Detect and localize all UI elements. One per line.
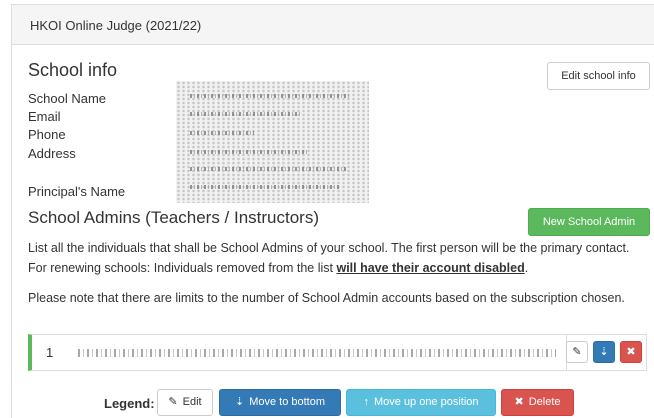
close-icon: ✖ [514, 396, 524, 408]
redacted-school-details [176, 81, 369, 203]
address-label: Address [28, 146, 76, 161]
phone-label: Phone [28, 127, 66, 142]
school-info-heading: School info [28, 60, 118, 80]
redacted-admin-details [78, 349, 556, 357]
edit-icon: ✎ [572, 345, 582, 358]
sort-icon: ⇣ [599, 345, 609, 358]
edit-admin-button[interactable]: ✎ [566, 341, 588, 363]
legend-move-bottom-label: Move to bottom [249, 396, 326, 408]
admin-row: 1 [28, 334, 647, 371]
disabled-warning: will have their account disabled [336, 261, 525, 275]
edit-school-info-button[interactable]: Edit school info [547, 62, 650, 90]
move-to-bottom-button[interactable]: ⇣ [593, 341, 615, 363]
arrow-up-icon: ↑ [363, 396, 369, 408]
edit-icon: ✎ [168, 396, 178, 408]
new-school-admin-button[interactable]: New School Admin [528, 208, 650, 236]
school-name-label: School Name [28, 91, 107, 106]
legend-move-up-label: Move up one position [373, 396, 479, 408]
legend-label: Legend: [104, 396, 155, 411]
principal-name-label: Principal's Name [28, 184, 126, 199]
close-icon: ✖ [626, 345, 636, 358]
sort-icon: ⇣ [234, 396, 245, 408]
panel-heading: HKOI Online Judge (2021/22) [12, 5, 654, 45]
school-admins-heading: School Admins (Teachers / Instructors) [28, 208, 320, 227]
admin-limit-note: Please note that there are limits to the… [28, 291, 625, 305]
legend-move-bottom-button[interactable]: ⇣ Move to bottom [219, 389, 341, 416]
legend-edit-label: Edit [182, 396, 202, 408]
delete-admin-button[interactable]: ✖ [620, 341, 642, 363]
admin-row-number: 1 [46, 345, 54, 360]
legend-delete-label: Delete [528, 396, 561, 408]
legend-edit-button[interactable]: ✎ Edit [157, 389, 213, 416]
admins-instructions-text: List all the individuals that shall be S… [28, 241, 630, 275]
legend-delete-button[interactable]: ✖ Delete [501, 389, 574, 416]
admins-instructions-end: . [524, 261, 529, 275]
email-label: Email [28, 109, 61, 124]
admins-instructions: List all the individuals that shall be S… [28, 238, 650, 278]
panel-title: HKOI Online Judge (2021/22) [30, 18, 202, 33]
legend-move-up-button[interactable]: ↑ Move up one position [346, 389, 496, 416]
